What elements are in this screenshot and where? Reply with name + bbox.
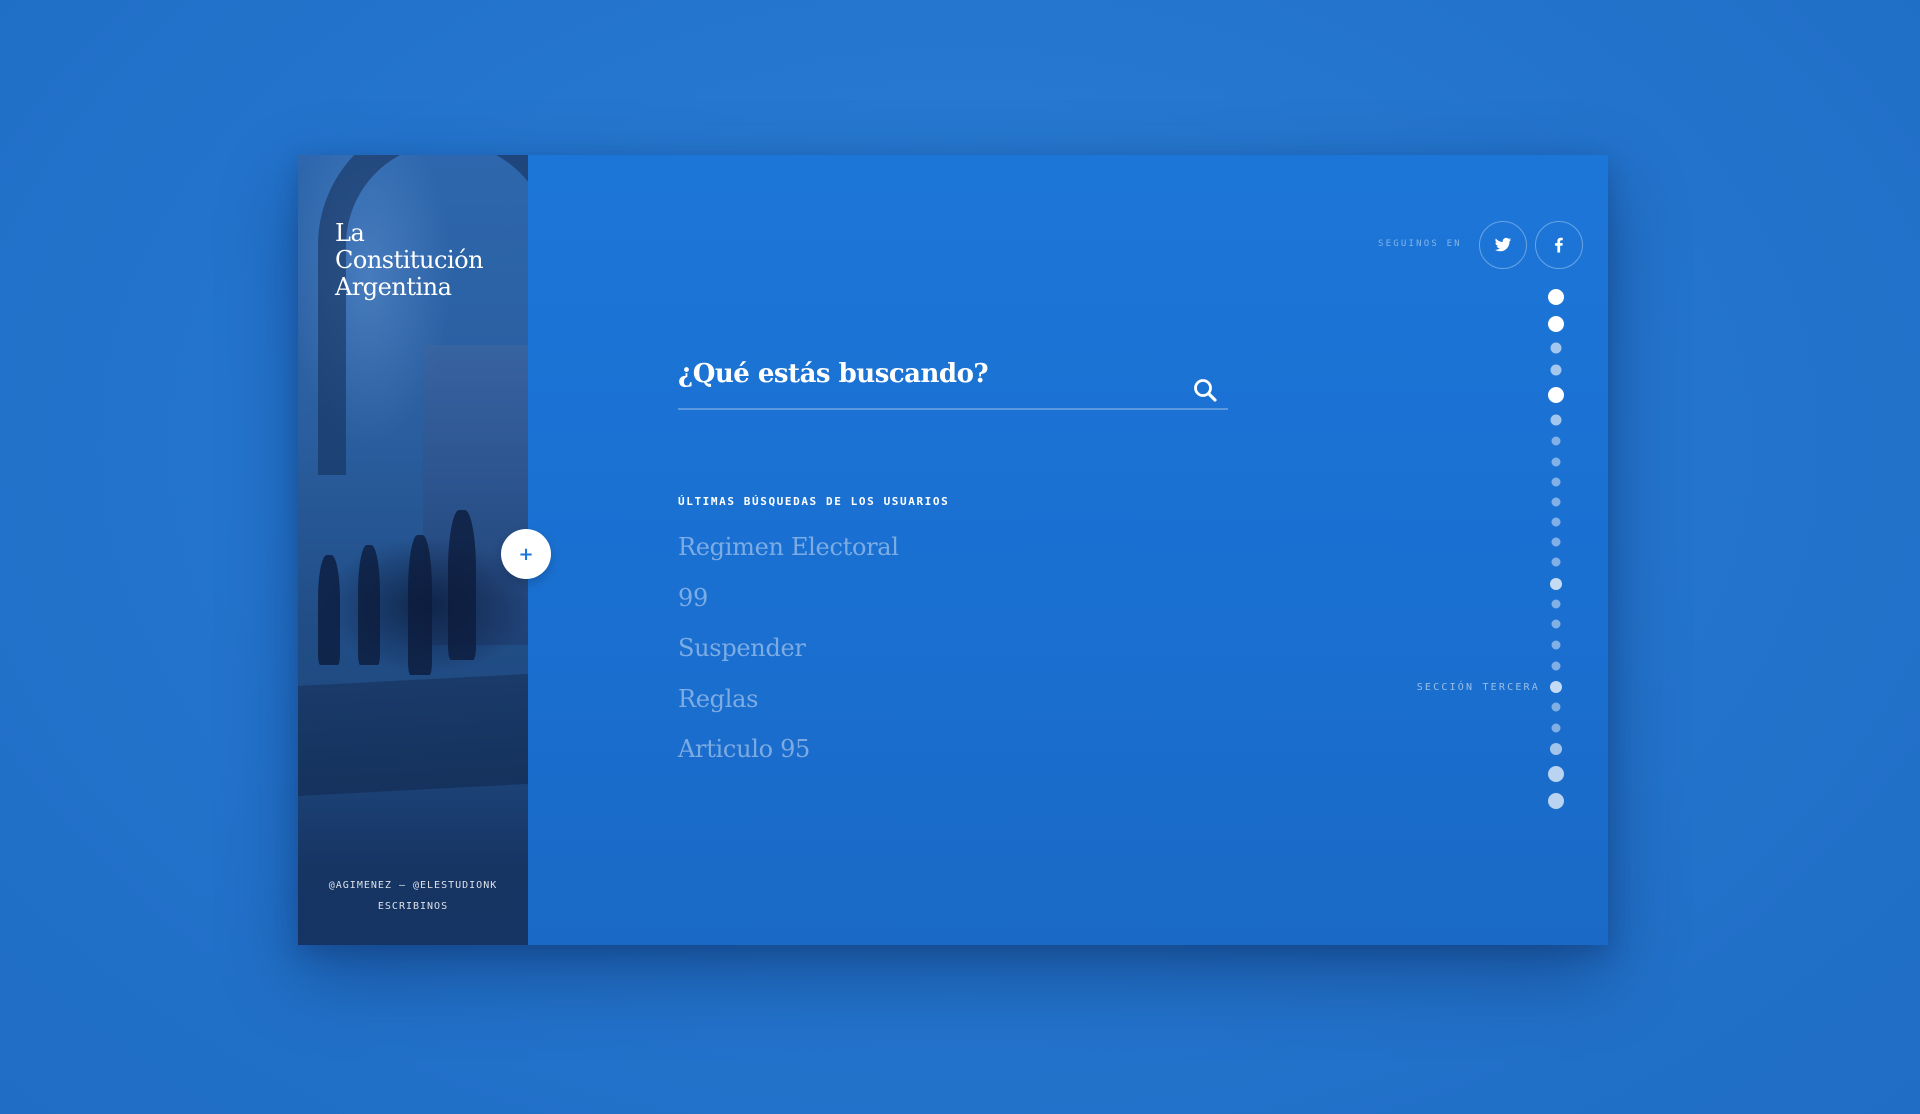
section-dot[interactable] [1548,387,1564,403]
logo-line: Constitución [335,246,484,274]
section-dot[interactable] [1551,599,1561,609]
section-dot[interactable] [1551,557,1561,567]
section-dot[interactable] [1550,364,1562,376]
section-dot[interactable] [1551,661,1561,671]
search-icon[interactable] [1192,377,1218,403]
section-dot[interactable] [1550,414,1562,426]
section-dot[interactable] [1551,619,1561,629]
recent-search-item[interactable]: 99 [678,584,899,635]
logo-line: Argentina [335,273,452,301]
search-bar [678,350,1228,410]
active-section-label: SECCIÓN TERCERA [1416,682,1540,693]
sidebar-artwork-figure [358,545,380,665]
recent-searches-heading: ÚLTIMAS BÚSQUEDAS DE LOS USUARIOS [678,495,950,508]
section-dot[interactable] [1550,578,1562,590]
section-dot[interactable] [1551,537,1561,547]
credits-contact[interactable]: ESCRIBINOS [298,896,528,917]
logo-line: La [335,219,365,247]
twitter-button[interactable] [1479,221,1527,269]
credits-authors[interactable]: @AGIMENEZ — @ELESTUDIONK [298,875,528,896]
facebook-button[interactable] [1535,221,1583,269]
section-dot[interactable] [1550,743,1562,755]
recent-search-item[interactable]: Suspender [678,634,899,685]
twitter-icon [1494,237,1512,252]
recent-search-item[interactable]: Articulo 95 [678,735,899,786]
social-label: SEGUINOS EN [1378,239,1462,249]
section-dot[interactable] [1550,342,1562,354]
sidebar-artwork-figure [448,510,476,660]
sidebar-artwork-figure [408,535,432,675]
section-dot[interactable] [1551,723,1561,733]
background: La Constitución Argentina @AGIMENEZ — @E… [0,0,1920,1114]
section-dot[interactable] [1551,640,1561,650]
sidebar: La Constitución Argentina @AGIMENEZ — @E… [298,155,528,945]
recent-search-item[interactable]: Regimen Electoral [678,533,899,584]
section-dot[interactable] [1551,517,1561,527]
app-window: La Constitución Argentina @AGIMENEZ — @E… [298,155,1608,945]
section-dot[interactable] [1551,702,1561,712]
section-dot[interactable] [1550,681,1562,693]
search-input[interactable] [678,352,1178,396]
facebook-icon [1555,237,1563,253]
section-dot[interactable] [1551,457,1561,467]
section-dot[interactable] [1551,436,1561,446]
sidebar-toggle-button[interactable]: + [501,529,551,579]
section-dot[interactable] [1548,289,1564,305]
recent-search-item[interactable]: Reglas [678,685,899,736]
recent-searches-list: Regimen Electoral 99 Suspender Reglas Ar… [678,533,899,786]
section-dot[interactable] [1551,497,1561,507]
sidebar-artwork-figure [318,555,340,665]
site-logo[interactable]: La Constitución Argentina [335,220,515,301]
section-dot[interactable] [1548,316,1564,332]
section-dot[interactable] [1551,477,1561,487]
credits: @AGIMENEZ — @ELESTUDIONK ESCRIBINOS [298,875,528,917]
section-dot[interactable] [1548,766,1564,782]
section-dot[interactable] [1548,793,1564,809]
